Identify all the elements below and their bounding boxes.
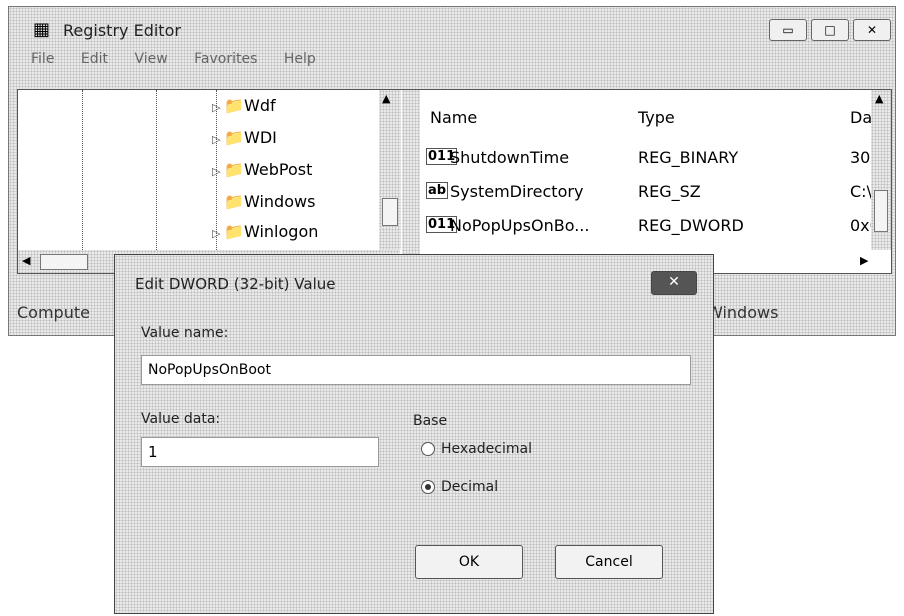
string-icon: ab [426, 182, 449, 199]
values-list: Name Type Dat 011 ShutdownTime REG_BINAR… [420, 90, 891, 273]
base-label: Base [413, 413, 448, 429]
pane-splitter[interactable] [402, 90, 420, 273]
ok-button[interactable]: OK [415, 545, 523, 579]
scroll-thumb[interactable] [382, 198, 398, 226]
column-header-name[interactable]: Name [430, 108, 477, 127]
title-bar[interactable]: ▦ Registry Editor ▭ □ ✕ [9, 7, 895, 47]
scroll-right-icon[interactable]: ▶ [860, 254, 868, 267]
close-button[interactable]: ✕ [853, 19, 891, 41]
tree-item-winlogon[interactable]: ▷ 📁Winlogon [212, 222, 318, 241]
expand-arrow-icon[interactable]: ▷ [212, 165, 224, 178]
maximize-button[interactable]: □ [811, 19, 849, 41]
dialog-title: Edit DWORD (32-bit) Value [135, 275, 336, 293]
menu-favorites[interactable]: Favorites [194, 51, 257, 67]
expand-arrow-icon[interactable]: ▷ [212, 227, 224, 240]
radio-hexadecimal[interactable]: Hexadecimal [421, 441, 532, 457]
folder-icon: 📁 [224, 192, 244, 211]
tree-item-webpost[interactable]: ▷ 📁WebPost [212, 160, 312, 179]
radio-unchecked-icon [421, 442, 435, 456]
value-name-field[interactable]: NoPopUpsOnBoot [141, 355, 691, 385]
folder-icon: 📁 [224, 128, 244, 147]
edit-dword-dialog: Edit DWORD (32-bit) Value ✕ Value name: … [114, 254, 714, 614]
scroll-up-icon[interactable]: ▲ [875, 92, 883, 105]
tree-item-windows[interactable]: 📁Windows [212, 192, 315, 211]
menu-file[interactable]: File [31, 51, 54, 67]
scroll-up-icon[interactable]: ▲ [382, 92, 390, 105]
column-header-type[interactable]: Type [638, 108, 675, 127]
tree-guide-line [82, 90, 83, 250]
expand-arrow-icon[interactable]: ▷ [212, 133, 224, 146]
status-path-tail: Windows [707, 303, 779, 322]
panes: ▷ 📁Wdf ▷ 📁WDI ▷ 📁WebPost 📁Windows ▷ 📁Winlogo… [17, 89, 892, 274]
menu-bar: File Edit View Favorites Help [9, 51, 895, 75]
list-vertical-scrollbar[interactable]: ▲ [871, 90, 891, 250]
registry-icon: ▦ [33, 19, 51, 40]
tree-vertical-scrollbar[interactable]: ▲ [379, 90, 401, 250]
folder-icon: 📁 [224, 222, 244, 241]
scroll-thumb[interactable] [874, 190, 888, 232]
scroll-thumb[interactable] [40, 254, 88, 270]
folder-icon: 📁 [224, 160, 244, 179]
radio-decimal[interactable]: Decimal [421, 479, 498, 495]
expand-arrow-icon[interactable]: ▷ [212, 101, 224, 114]
tree-item-wdf[interactable]: ▷ 📁Wdf [212, 96, 276, 115]
menu-help[interactable]: Help [284, 51, 316, 67]
value-data-label: Value data: [141, 411, 221, 427]
value-name-label: Value name: [141, 325, 229, 341]
window-title: Registry Editor [63, 21, 181, 40]
menu-view[interactable]: View [134, 51, 167, 67]
cancel-button[interactable]: Cancel [555, 545, 663, 579]
minimize-button[interactable]: ▭ [769, 19, 807, 41]
status-path: Compute [17, 303, 90, 322]
scroll-left-icon[interactable]: ◀ [22, 254, 30, 267]
tree-item-wdi[interactable]: ▷ 📁WDI [212, 128, 277, 147]
menu-edit[interactable]: Edit [81, 51, 108, 67]
radio-checked-icon [421, 480, 435, 494]
value-data-input[interactable]: 1 [141, 437, 379, 467]
base-group: Base Hexadecimal Decimal [413, 413, 665, 513]
folder-icon: 📁 [224, 96, 244, 115]
dialog-close-button[interactable]: ✕ [651, 271, 697, 295]
tree-guide-line [156, 90, 157, 250]
tree-pane: ▷ 📁Wdf ▷ 📁WDI ▷ 📁WebPost 📁Windows ▷ 📁Winlogo… [18, 90, 406, 250]
